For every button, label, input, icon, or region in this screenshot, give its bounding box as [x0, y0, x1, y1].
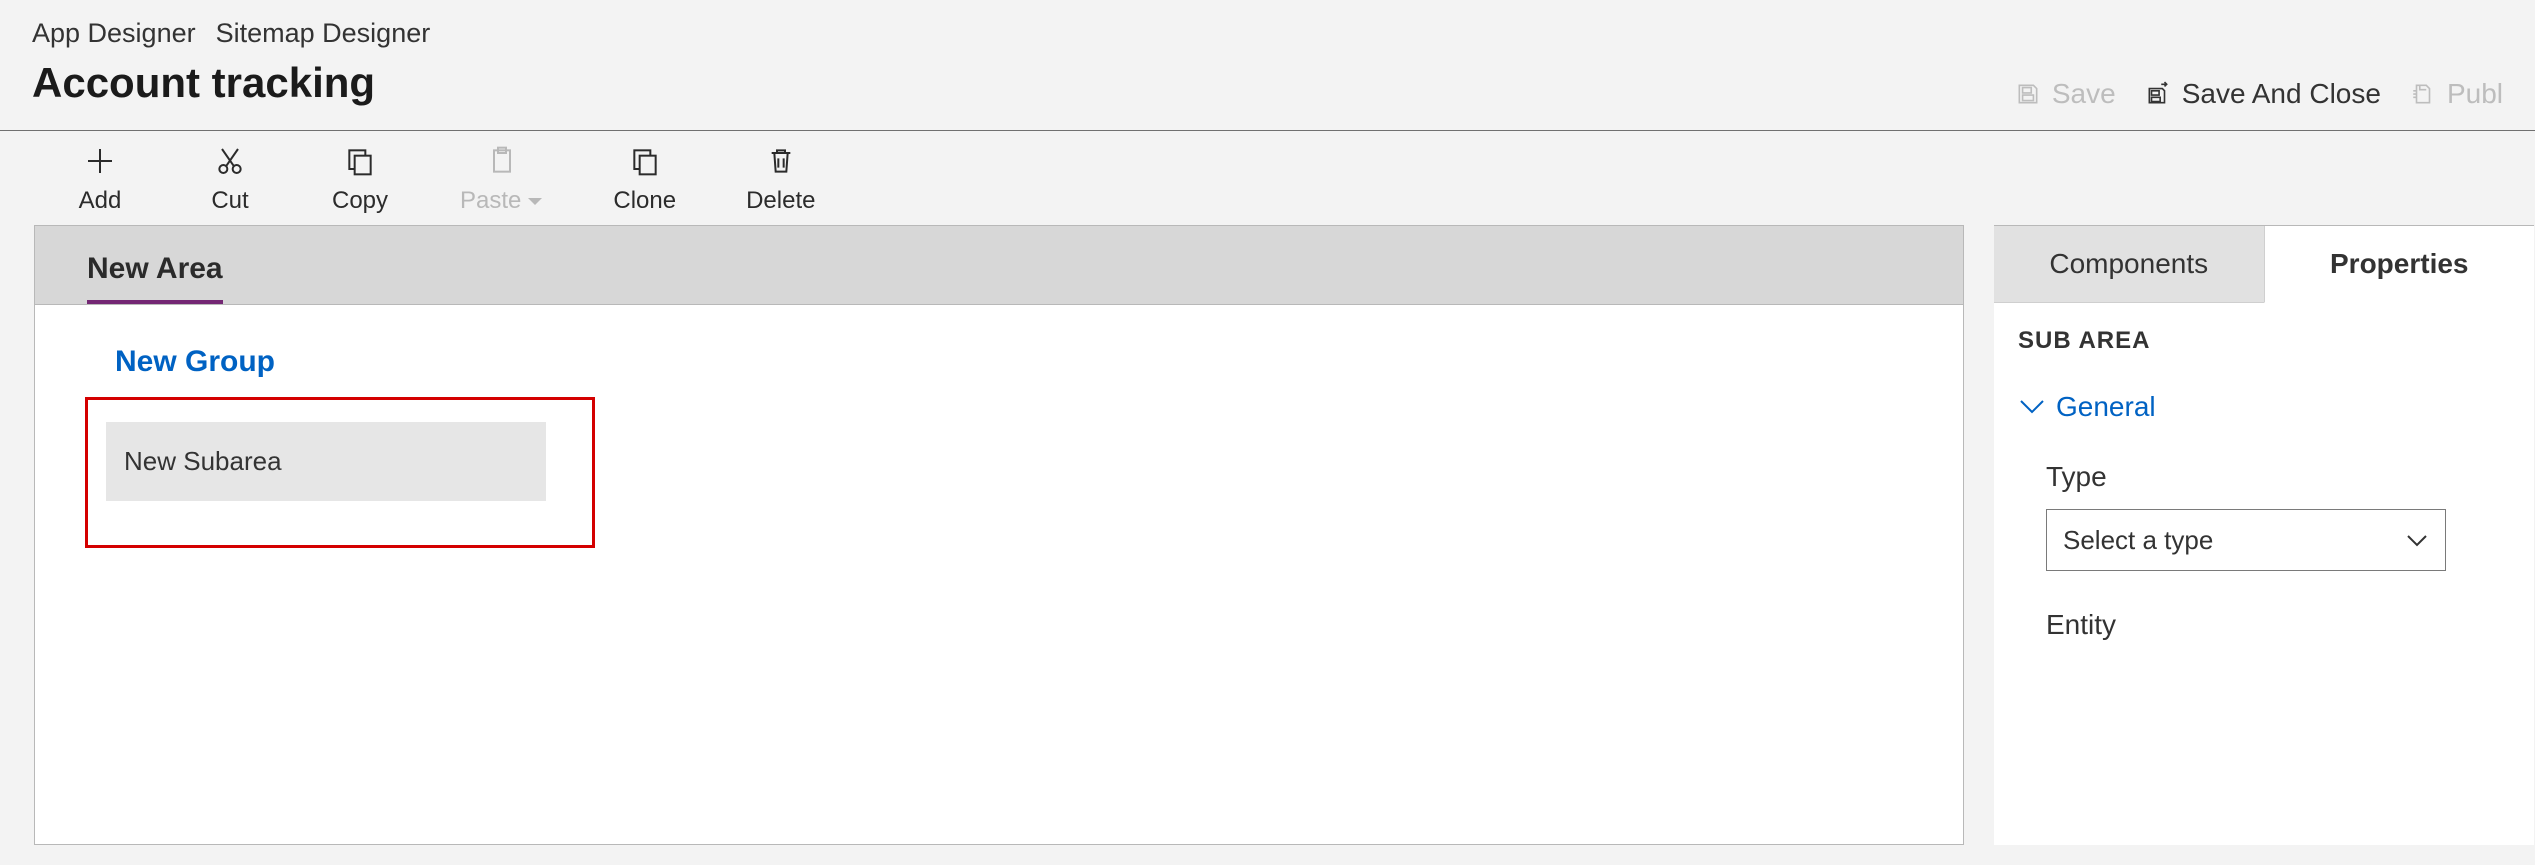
- clone-button[interactable]: Clone: [613, 143, 676, 215]
- clone-label: Clone: [613, 187, 676, 215]
- section-general[interactable]: General: [2018, 391, 2510, 423]
- area-tab-label: New Area: [87, 252, 223, 285]
- add-label: Add: [79, 187, 122, 215]
- publish-button: Publ: [2409, 78, 2503, 110]
- area-content: New Group New Subarea: [35, 305, 1963, 588]
- copy-icon: [344, 143, 376, 179]
- cut-label: Cut: [211, 187, 248, 215]
- type-select-value: Select a type: [2063, 525, 2213, 556]
- prop-type-label: Type: [2046, 461, 2510, 493]
- header-actions: Save Save And Close Publ: [2014, 18, 2503, 110]
- scissors-icon: [214, 143, 246, 179]
- subarea-item[interactable]: New Subarea: [106, 422, 546, 501]
- save-close-icon: [2144, 80, 2172, 108]
- type-select[interactable]: Select a type: [2046, 509, 2446, 571]
- tab-components[interactable]: Components: [1994, 226, 2264, 303]
- caret-down-icon: [527, 187, 543, 215]
- header: App Designer Sitemap Designer Account tr…: [0, 0, 2535, 131]
- save-label: Save: [2052, 78, 2116, 110]
- clone-icon: [629, 143, 661, 179]
- save-button: Save: [2014, 78, 2116, 110]
- main: New Area New Group New Subarea Component…: [0, 225, 2535, 845]
- section-general-label: General: [2056, 391, 2156, 423]
- clipboard-icon: [486, 143, 518, 179]
- paste-label: Paste: [460, 187, 521, 215]
- plus-icon: [84, 143, 116, 179]
- side-panel: Components Properties SUB AREA General T…: [1994, 225, 2534, 845]
- chevron-down-icon: [2405, 525, 2429, 556]
- panel-body: SUB AREA General Type Select a type Enti…: [1994, 303, 2534, 681]
- header-left: App Designer Sitemap Designer Account tr…: [32, 18, 430, 107]
- tab-properties[interactable]: Properties: [2264, 226, 2535, 303]
- delete-button[interactable]: Delete: [746, 143, 815, 215]
- cut-button[interactable]: Cut: [200, 143, 260, 215]
- toolbar: Add Cut Copy Paste Clone Delet: [0, 131, 2535, 225]
- breadcrumb-page[interactable]: Sitemap Designer: [216, 18, 431, 49]
- area-tab-row: New Area: [35, 226, 1963, 305]
- breadcrumb: App Designer Sitemap Designer: [32, 18, 430, 49]
- add-button[interactable]: Add: [70, 143, 130, 215]
- paste-button: Paste: [460, 143, 543, 215]
- panel-tabs: Components Properties: [1994, 226, 2534, 303]
- sitemap-canvas: New Area New Group New Subarea: [34, 225, 1964, 845]
- delete-label: Delete: [746, 187, 815, 215]
- trash-icon: [765, 143, 797, 179]
- group-new-group[interactable]: New Group: [85, 345, 1913, 397]
- save-and-close-button[interactable]: Save And Close: [2144, 78, 2381, 110]
- area-tab-new-area[interactable]: New Area: [35, 226, 253, 304]
- save-icon: [2014, 80, 2042, 108]
- publish-icon: [2409, 80, 2437, 108]
- prop-entity-label: Entity: [2046, 609, 2510, 641]
- copy-button[interactable]: Copy: [330, 143, 390, 215]
- subarea-highlight-frame: New Subarea: [85, 397, 595, 548]
- chevron-down-icon: [2018, 391, 2046, 423]
- publish-label: Publ: [2447, 78, 2503, 110]
- save-close-label: Save And Close: [2182, 78, 2381, 110]
- copy-label: Copy: [332, 187, 388, 215]
- panel-heading: SUB AREA: [2018, 327, 2510, 355]
- page-title: Account tracking: [32, 59, 430, 107]
- breadcrumb-app[interactable]: App Designer: [32, 18, 196, 49]
